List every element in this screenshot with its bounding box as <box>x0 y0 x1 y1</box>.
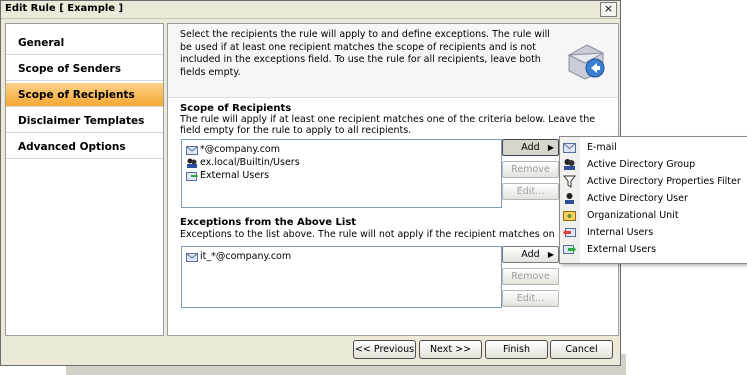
sidebar-item-advanced-options[interactable]: Advanced Options <box>6 135 163 159</box>
sidebar-item-label: Disclaimer Templates <box>18 115 145 127</box>
sidebar-item-disclaimer-templates[interactable]: Disclaimer Templates <box>6 109 163 133</box>
sidebar: General Scope of Senders Scope of Recipi… <box>5 23 164 336</box>
ad-group-icon <box>564 159 575 170</box>
menu-item-org-unit[interactable]: Organizational Unit <box>560 207 747 224</box>
add-menu: E-mail Active Directory Group Active Dir… <box>559 136 747 264</box>
menu-item-ad-properties-filter[interactable]: Active Directory Properties Filter <box>560 173 747 190</box>
sidebar-item-label: Advanced Options <box>18 141 126 153</box>
close-icon: × <box>603 2 614 15</box>
scope-remove-button[interactable]: Remove <box>502 161 559 178</box>
edit-button-label: Edit... <box>516 293 545 304</box>
header-description: Select the recipients the rule will appl… <box>180 29 550 78</box>
scope-edit-button[interactable]: Edit... <box>502 183 559 200</box>
remove-button-label: Remove <box>511 271 550 282</box>
exceptions-description: Exceptions to the list above. The rule w… <box>180 229 555 240</box>
menu-item-ad-user[interactable]: Active Directory User <box>560 190 747 207</box>
list-item-text: *@company.com <box>200 144 280 155</box>
scope-section-title: Scope of Recipients <box>180 103 292 114</box>
sidebar-item-label: Scope of Senders <box>18 63 121 75</box>
filter-icon <box>563 175 576 188</box>
list-item-text: it_*@company.com <box>200 251 292 262</box>
exceptions-list[interactable]: it_*@company.com <box>181 246 502 308</box>
scope-description: The rule will apply if at least one reci… <box>180 114 596 136</box>
user-mail-icon <box>567 44 605 80</box>
window-title: Edit Rule [ Example ] <box>5 3 124 14</box>
menu-item-internal-users[interactable]: Internal Users <box>560 224 747 241</box>
list-item-text: External Users <box>200 170 270 181</box>
remove-button-label: Remove <box>511 164 550 175</box>
chevron-right-icon: ▶ <box>547 250 554 259</box>
edit-rule-dialog: Edit Rule [ Example ] × General Scope of… <box>0 0 621 366</box>
title-bar[interactable]: Edit Rule [ Example ] × <box>1 1 620 19</box>
finish-button-label: Finish <box>502 344 531 355</box>
header-panel: Select the recipients the rule will appl… <box>168 24 618 98</box>
menu-item-label: Internal Users <box>587 227 654 238</box>
next-button[interactable]: Next >> <box>419 340 482 359</box>
chevron-right-icon: ▶ <box>547 143 554 152</box>
email-icon <box>563 143 576 153</box>
previous-button[interactable]: << Previous <box>353 340 416 359</box>
scope-recipients-list[interactable]: *@company.com ex.local/Builtin/Users Ext… <box>181 139 502 208</box>
list-item[interactable]: External Users <box>186 169 269 182</box>
menu-item-label: Active Directory User <box>587 193 688 204</box>
menu-item-label: External Users <box>587 244 657 255</box>
exceptions-section-title: Exceptions from the Above List <box>180 217 357 228</box>
close-button[interactable]: × <box>600 2 617 17</box>
list-item[interactable]: ex.local/Builtin/Users <box>186 156 300 169</box>
add-button-label: Add <box>521 249 540 260</box>
content-panel: Select the recipients the rule will appl… <box>167 23 619 336</box>
add-button-label: Add <box>521 142 540 153</box>
sidebar-item-label: General <box>18 37 65 49</box>
email-icon <box>186 145 198 155</box>
menu-item-label: E-mail <box>587 142 617 153</box>
next-button-label: Next >> <box>429 344 472 355</box>
finish-button[interactable]: Finish <box>485 340 548 359</box>
menu-item-email[interactable]: E-mail <box>560 139 747 156</box>
sidebar-item-general[interactable]: General <box>6 31 163 55</box>
menu-item-label: Organizational Unit <box>587 210 679 221</box>
menu-item-external-users[interactable]: External Users <box>560 241 747 258</box>
previous-button-label: << Previous <box>354 344 415 355</box>
sidebar-item-label: Scope of Recipients <box>18 89 135 101</box>
edit-button-label: Edit... <box>516 186 545 197</box>
external-users-icon <box>563 245 576 254</box>
menu-item-ad-group[interactable]: Active Directory Group <box>560 156 747 173</box>
menu-item-label: Active Directory Group <box>587 159 696 170</box>
exceptions-add-button[interactable]: Add ▶ <box>502 246 559 263</box>
cancel-button[interactable]: Cancel <box>550 340 613 359</box>
email-icon <box>186 252 198 262</box>
org-unit-icon <box>563 211 576 221</box>
internal-users-icon <box>563 228 576 237</box>
list-item[interactable]: it_*@company.com <box>186 250 291 263</box>
scope-add-button[interactable]: Add ▶ <box>502 139 559 156</box>
sidebar-item-scope-of-senders[interactable]: Scope of Senders <box>6 57 163 81</box>
ad-group-icon <box>187 158 197 168</box>
cancel-button-label: Cancel <box>565 344 598 355</box>
list-item[interactable]: *@company.com <box>186 143 280 156</box>
ad-user-icon <box>565 193 574 204</box>
exceptions-remove-button[interactable]: Remove <box>502 268 559 285</box>
exceptions-edit-button[interactable]: Edit... <box>502 290 559 307</box>
sidebar-item-scope-of-recipients[interactable]: Scope of Recipients <box>6 83 163 107</box>
external-users-icon <box>186 171 198 181</box>
list-item-text: ex.local/Builtin/Users <box>200 157 300 168</box>
menu-item-label: Active Directory Properties Filter <box>587 176 741 187</box>
